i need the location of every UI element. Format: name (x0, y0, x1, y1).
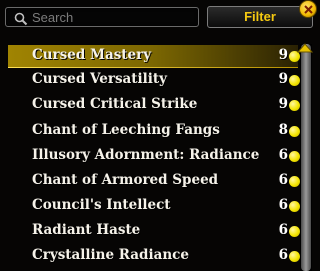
toolbar: Filter (0, 0, 319, 36)
item-count: 9 (278, 47, 288, 63)
item-name: Illusory Adornment: Radiance (32, 147, 260, 163)
item-name: Crystalline Radiance (32, 247, 189, 263)
list-item[interactable]: Council's Intellect 6 (8, 195, 300, 217)
enchant-list: Cursed Mastery 9 Cursed Versatility 9 Cu… (0, 40, 300, 271)
list-item[interactable]: Radiant Haste 6 (8, 220, 300, 242)
item-count: 6 (278, 147, 288, 163)
item-name: Cursed Mastery (32, 47, 152, 63)
close-icon (304, 5, 313, 14)
list-item[interactable]: Cursed Mastery 9 (8, 45, 300, 68)
item-name: Cursed Versatility (32, 71, 167, 87)
item-name: Chant of Armored Speed (32, 172, 219, 188)
item-count: 9 (278, 96, 288, 112)
currency-dot-icon (289, 226, 300, 237)
currency-dot-icon (289, 75, 300, 86)
list-item[interactable]: Cursed Versatility 9 (8, 69, 300, 91)
search-input[interactable] (32, 9, 192, 25)
search-icon (14, 11, 28, 26)
scrollbar[interactable] (300, 44, 312, 271)
scroll-up-arrow-icon[interactable] (296, 38, 314, 53)
list-item[interactable]: Chant of Armored Speed 6 (8, 170, 300, 192)
item-count: 6 (278, 172, 288, 188)
scrollbar-thumb[interactable] (301, 44, 311, 271)
currency-dot-icon (289, 151, 300, 162)
list-item[interactable]: Crystalline Radiance 6 (8, 245, 300, 267)
currency-dot-icon (289, 176, 300, 187)
search-box[interactable] (5, 7, 199, 27)
currency-dot-icon (289, 251, 300, 262)
list-item[interactable]: Cursed Critical Strike 9 (8, 94, 300, 116)
list-item[interactable]: Chant of Leeching Fangs 8 (8, 120, 300, 142)
item-count: 9 (278, 71, 288, 87)
close-button[interactable] (299, 0, 317, 18)
currency-dot-icon (289, 100, 300, 111)
filter-button[interactable]: Filter (207, 6, 313, 28)
currency-dot-icon (289, 126, 300, 137)
item-name: Radiant Haste (32, 222, 141, 238)
item-count: 6 (278, 222, 288, 238)
item-name: Council's Intellect (32, 197, 171, 213)
item-name: Chant of Leeching Fangs (32, 122, 220, 138)
item-name: Cursed Critical Strike (32, 96, 198, 112)
list-item[interactable]: Illusory Adornment: Radiance 6 (8, 145, 300, 167)
item-count: 8 (278, 122, 288, 138)
item-count: 6 (278, 197, 288, 213)
currency-dot-icon (289, 201, 300, 212)
item-count: 6 (278, 247, 288, 263)
